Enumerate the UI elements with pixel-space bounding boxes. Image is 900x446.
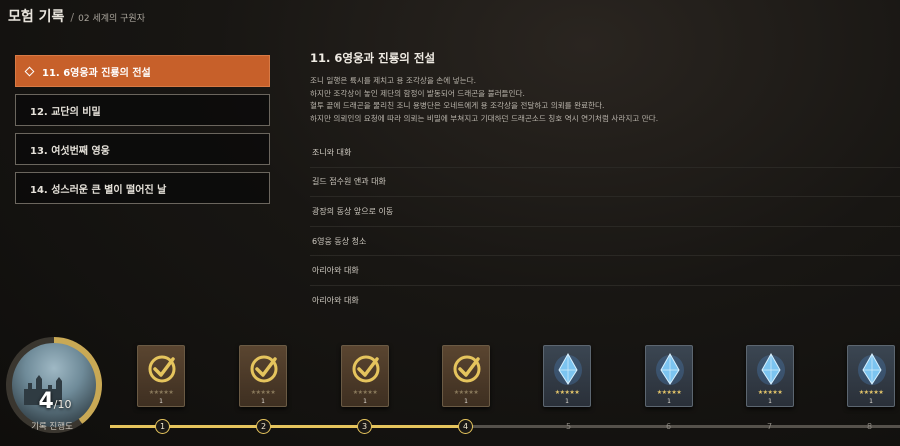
reward-quantity: 1 xyxy=(464,398,468,405)
reward-quantity: 1 xyxy=(667,398,671,405)
reward-quantity: 1 xyxy=(363,398,367,405)
description-line: 하지만 의뢰인의 요청에 따라 의뢰는 비밀에 부쳐지고 기대하던 드래곤소드 … xyxy=(310,113,659,123)
reward-quantity: 1 xyxy=(768,398,772,405)
chapter-list: 11. 6영웅과 진룡의 전설 12. 교단의 비밀 13. 여섯번째 영웅 1… xyxy=(15,55,270,211)
detail-title: 11. 6영웅과 진룡의 전설 xyxy=(310,51,436,65)
chapter-item-11[interactable]: 11. 6영웅과 진룡의 전설 xyxy=(15,55,270,87)
reward-card[interactable]: ★★★★★ 1 xyxy=(239,345,287,407)
reward-card[interactable]: ★★★★★ 1 xyxy=(442,345,490,407)
task-item: 길드 접수원 앤과 대화 xyxy=(310,168,900,198)
task-item: 아리아와 대화 xyxy=(310,256,900,286)
page-header: 모험 기록 / 02 세계의 구원자 xyxy=(8,6,145,28)
chapter-detail: 11. 6영웅과 진룡의 전설 조니 일행은 륙시를 제치고 용 조각상을 손에… xyxy=(310,50,900,125)
reward-row: ★★★★★ 1 ★★★★★ 1 ★★★★★ 1 ★★★★★ 1 ★★★★★ 1 ★★★★★ 1 ★★★★… xyxy=(0,345,900,415)
diamond-icon xyxy=(24,66,35,76)
reward-stars: ★★★★★ xyxy=(352,389,378,396)
crystal-icon xyxy=(552,352,584,386)
reward-quantity: 1 xyxy=(565,398,569,405)
reward-stars: ★★★★★ xyxy=(858,389,884,396)
task-item: 광장의 동상 앞으로 이동 xyxy=(310,197,900,227)
check-icon xyxy=(451,352,483,386)
chapter-label: 14. 성스러운 큰 별이 떨어진 날 xyxy=(30,184,167,196)
task-item: 아리아와 대화 xyxy=(312,296,359,306)
reward-quantity: 1 xyxy=(159,398,163,405)
reward-card[interactable]: ★★★★★ 1 xyxy=(543,345,591,407)
breadcrumb-separator: / xyxy=(70,11,75,24)
reward-card[interactable]: ★★★★★ 1 xyxy=(341,345,389,407)
task-item: 조니와 대화 xyxy=(310,138,900,168)
check-icon xyxy=(350,352,382,386)
chapter-item-14[interactable]: 14. 성스러운 큰 별이 떨어진 날 xyxy=(15,172,270,204)
track-node: 5 xyxy=(565,422,572,431)
reward-card[interactable]: ★★★★★ 1 xyxy=(847,345,895,407)
progress-track: 1 2 3 4 5 6 7 8 xyxy=(110,419,900,434)
task-item: 6영웅 동상 청소 xyxy=(310,227,900,257)
chapter-item-13[interactable]: 13. 여섯번째 영웅 xyxy=(15,133,270,165)
crystal-icon xyxy=(755,352,787,386)
progress-label: 기록 진행도 xyxy=(31,422,73,432)
crystal-icon xyxy=(856,352,888,386)
track-node: 1 xyxy=(155,419,170,434)
track-node: 7 xyxy=(766,422,773,431)
description-line: 조니 일행은 륙시를 제치고 용 조각상을 손에 넣는다. xyxy=(310,76,477,85)
chapter-label: 12. 교단의 비밀 xyxy=(30,106,101,118)
task-list: 조니와 대화 길드 접수원 앤과 대화 광장의 동상 앞으로 이동 6영웅 동상… xyxy=(310,138,900,316)
reward-stars: ★★★★★ xyxy=(250,389,276,396)
chapter-item-12[interactable]: 12. 교단의 비밀 xyxy=(15,94,270,126)
reward-stars: ★★★★★ xyxy=(148,389,174,396)
chapter-label: 11. 6영웅과 진룡의 전설 xyxy=(42,67,151,79)
check-icon xyxy=(146,352,178,386)
page-title: 모험 기록 xyxy=(8,9,65,25)
track-node: 3 xyxy=(357,419,372,434)
crystal-icon xyxy=(654,352,686,386)
track-node: 4 xyxy=(458,419,473,434)
breadcrumb-subtitle: 02 세계의 구원자 xyxy=(78,14,145,24)
reward-stars: ★★★★★ xyxy=(453,389,479,396)
description-line: 혈투 끝에 드래곤을 물리친 조니 용병단은 오네트에게 용 조각상을 전달하고… xyxy=(310,101,605,111)
track-node: 8 xyxy=(866,422,873,431)
reward-quantity: 1 xyxy=(869,398,873,405)
reward-card[interactable]: ★★★★★ 1 xyxy=(137,345,185,407)
reward-quantity: 1 xyxy=(261,398,265,405)
detail-description: 조니 일행은 륙시를 제치고 용 조각상을 손에 넣는다. 하지만 조각상이 놓… xyxy=(310,75,900,125)
description-line: 하지만 조각상이 놓인 제단의 함정이 발동되어 드래곤을 불러들인다. xyxy=(310,88,525,98)
reward-stars: ★★★★★ xyxy=(656,389,682,396)
reward-card[interactable]: ★★★★★ 1 xyxy=(746,345,794,407)
chapter-label: 13. 여섯번째 영웅 xyxy=(30,145,110,157)
check-icon xyxy=(248,352,280,386)
track-node: 6 xyxy=(665,422,672,431)
reward-card[interactable]: ★★★★★ 1 xyxy=(645,345,693,407)
track-node: 2 xyxy=(256,419,271,434)
reward-stars: ★★★★★ xyxy=(554,389,580,396)
reward-stars: ★★★★★ xyxy=(757,389,783,396)
